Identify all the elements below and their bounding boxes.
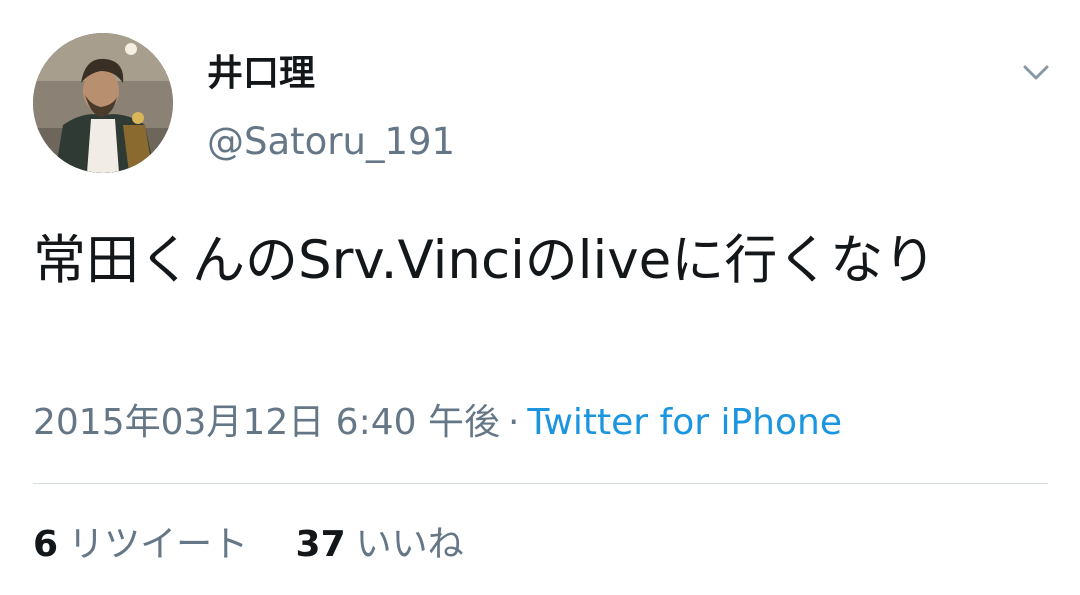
likes-stat[interactable]: 37 いいね bbox=[296, 520, 464, 570]
chevron-down-icon bbox=[1023, 65, 1049, 80]
tweet-stats: 6 リツイート 37 いいね bbox=[33, 520, 464, 570]
meta-separator: · bbox=[507, 402, 520, 443]
retweets-count: 6 bbox=[33, 524, 59, 565]
avatar[interactable] bbox=[33, 33, 173, 173]
avatar-photo bbox=[33, 33, 173, 173]
tweet-timestamp[interactable]: 2015年03月12日 6:40 午後 bbox=[33, 402, 500, 443]
tweet-meta: 2015年03月12日 6:40 午後 · Twitter for iPhone bbox=[33, 398, 842, 448]
tweet-source-link[interactable]: Twitter for iPhone bbox=[527, 402, 842, 443]
author-display-name[interactable]: 井口理 bbox=[207, 52, 315, 96]
retweets-stat[interactable]: 6 リツイート bbox=[33, 520, 248, 570]
divider bbox=[33, 483, 1048, 484]
author-handle[interactable]: @Satoru_191 bbox=[207, 118, 455, 166]
tweet-text: 常田くんのSrv.Vinciのliveに行くなり bbox=[33, 230, 937, 291]
tweet-menu-button[interactable] bbox=[1018, 58, 1054, 88]
likes-count: 37 bbox=[295, 524, 346, 565]
likes-label: いいね bbox=[355, 524, 464, 565]
retweets-label: リツイート bbox=[68, 524, 249, 565]
